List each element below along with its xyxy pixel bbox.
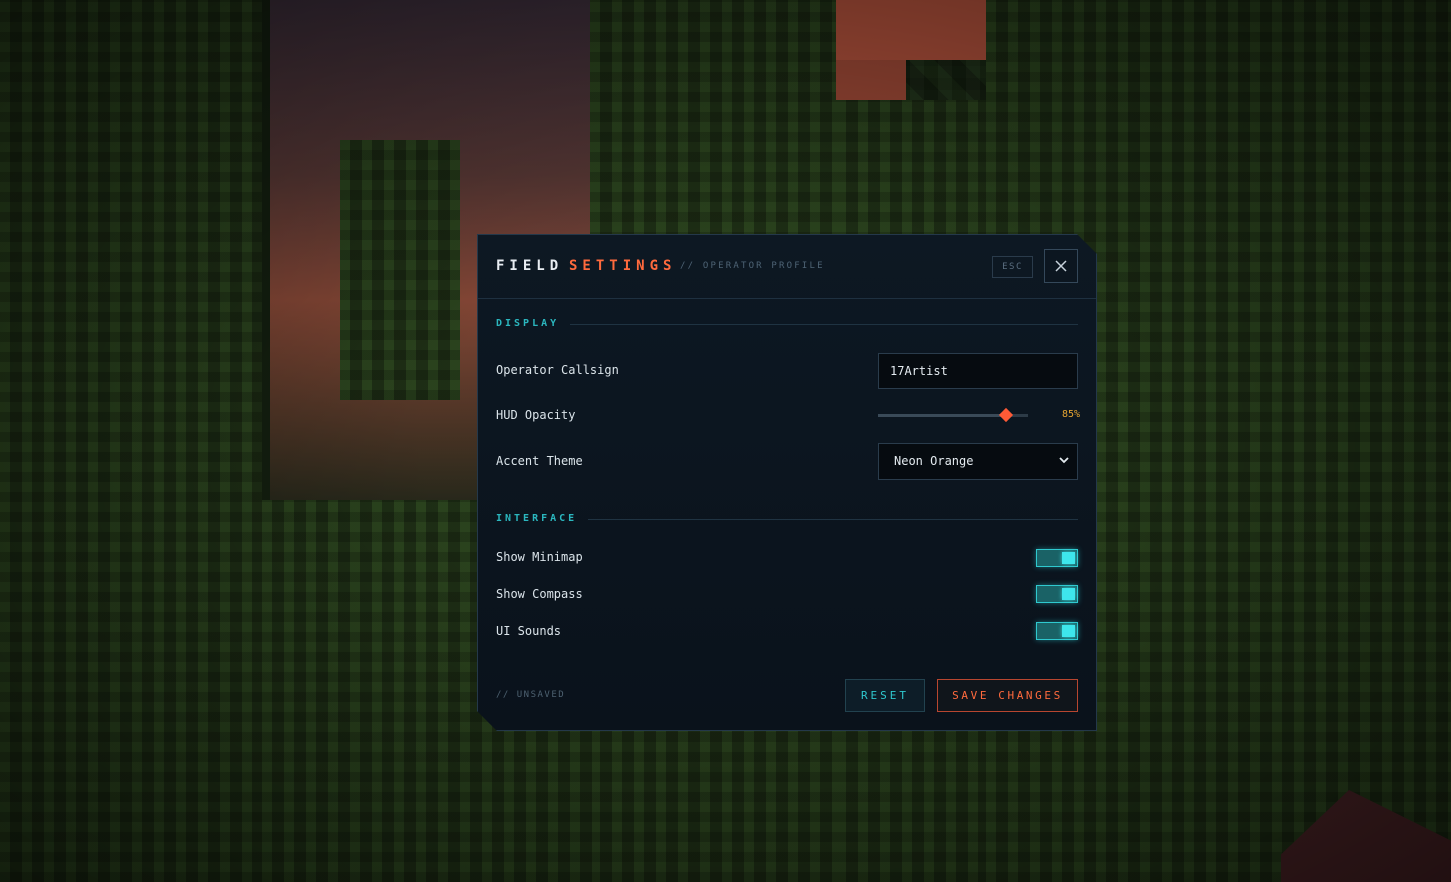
save-changes-button[interactable]: SAVE CHANGES <box>937 679 1078 712</box>
dialog-subtitle: // OPERATOR PROFILE <box>680 261 825 271</box>
section-divider <box>570 324 1078 325</box>
section-divider <box>588 519 1078 520</box>
hud-opacity-value: 85% <box>1061 409 1080 420</box>
toggle-knob <box>1062 552 1075 564</box>
minimap-toggle[interactable] <box>1036 549 1078 567</box>
chevron-down-icon <box>1059 457 1069 464</box>
reset-button[interactable]: RESET <box>845 679 925 712</box>
toggle-label-ui-sounds: UI Sounds <box>496 624 562 638</box>
accent-theme-label: Accent Theme <box>496 454 583 468</box>
slider-fill <box>878 414 1006 417</box>
dialog-title-prefix: FIELD <box>496 258 564 274</box>
dialog-header: FIELD SETTINGS // OPERATOR PROFILE ESC <box>478 235 1096 299</box>
accent-theme-value: Neon Orange <box>894 454 974 468</box>
close-button[interactable] <box>1044 249 1078 283</box>
hud-opacity-label: HUD Opacity <box>496 408 576 422</box>
section-label-interface: INTERFACE <box>496 513 578 524</box>
settings-dialog: FIELD SETTINGS // OPERATOR PROFILE ESC D… <box>477 234 1097 731</box>
toggle-knob <box>1062 625 1075 637</box>
slider-thumb[interactable] <box>998 407 1014 423</box>
ui-sounds-toggle[interactable] <box>1036 622 1078 640</box>
section-label-display: DISPLAY <box>496 318 560 329</box>
callsign-input[interactable]: 17Artist <box>878 353 1078 389</box>
toggle-knob <box>1062 588 1075 600</box>
hud-opacity-slider[interactable] <box>878 407 1028 423</box>
close-icon <box>1055 260 1067 272</box>
esc-key-hint: ESC <box>992 256 1033 278</box>
dialog-title-highlight: SETTINGS <box>569 258 677 274</box>
callsign-label: Operator Callsign <box>496 363 619 377</box>
unsaved-status: // UNSAVED <box>496 690 566 700</box>
compass-toggle[interactable] <box>1036 585 1078 603</box>
toggle-label-compass: Show Compass <box>496 587 583 601</box>
toggle-label-minimap: Show Minimap <box>496 550 583 564</box>
accent-theme-select[interactable]: Neon Orange <box>878 443 1078 480</box>
